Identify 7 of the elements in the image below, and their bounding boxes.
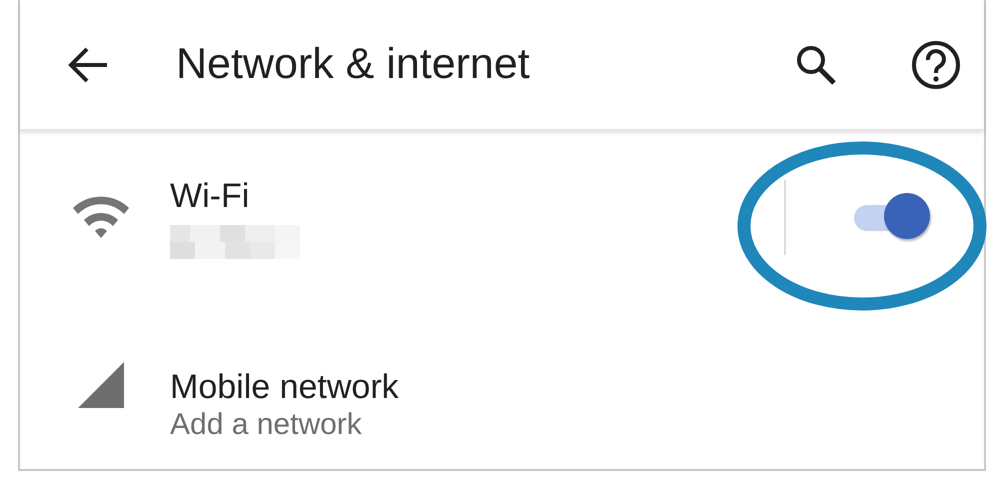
help-button[interactable] [910, 38, 962, 90]
setting-title: Mobile network [170, 366, 400, 408]
setting-subtitle: Add a network [170, 407, 363, 444]
cell-signal-icon [76, 360, 126, 410]
screen-title: Network & internet [176, 39, 531, 90]
wifi-icon [71, 196, 131, 240]
setting-title: Wi-Fi [170, 176, 250, 217]
